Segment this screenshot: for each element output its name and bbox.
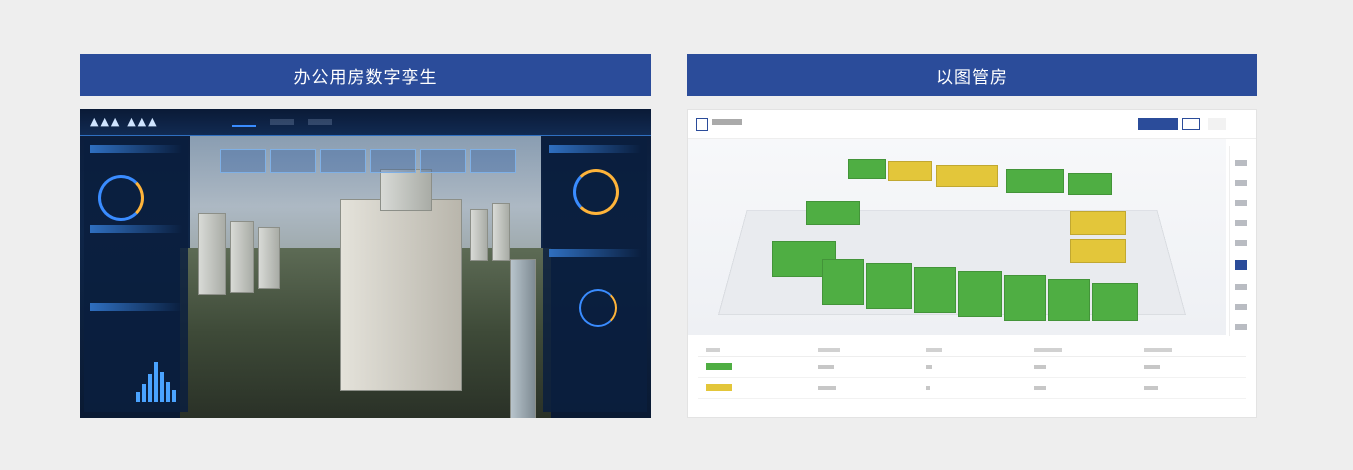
building: [492, 203, 510, 261]
stat-card: [320, 149, 366, 173]
layer-icon[interactable]: [1235, 180, 1247, 186]
view-toolbar: [1229, 146, 1252, 336]
donut-gauge: [98, 175, 144, 221]
room-block[interactable]: [1070, 211, 1126, 235]
tab-overview[interactable]: [232, 117, 256, 127]
stat-card: [220, 149, 266, 173]
panel-title: 办公用房数字孪生: [80, 54, 651, 96]
dashboard-header: ▲▲▲ ▲▲▲: [80, 109, 651, 136]
building-icon: [696, 118, 708, 131]
room-block[interactable]: [958, 271, 1002, 317]
stat-card: [270, 149, 316, 173]
legend-swatch-yellow: [706, 384, 732, 391]
panel-floor-plan: 以图管房: [687, 54, 1257, 418]
tab-buildings[interactable]: [270, 119, 294, 125]
plan-title: [712, 119, 742, 125]
floor-button[interactable]: [1235, 220, 1247, 226]
table-header: [698, 346, 1246, 357]
panel-header: [549, 249, 641, 257]
building: [510, 259, 536, 418]
stat-card: [420, 149, 466, 173]
building: [470, 209, 488, 261]
building: [258, 227, 280, 289]
room-block[interactable]: [866, 263, 912, 309]
stat-card: [470, 149, 516, 173]
room-block[interactable]: [888, 161, 932, 181]
dashboard-logo: ▲▲▲ ▲▲▲: [90, 115, 159, 128]
building: [380, 169, 432, 211]
floor-plan-screenshot: [687, 109, 1257, 418]
room-block[interactable]: [1006, 169, 1064, 193]
floor-button[interactable]: [1235, 284, 1247, 290]
digital-twin-screenshot: ▲▲▲ ▲▲▲: [80, 109, 651, 418]
building: [198, 213, 226, 295]
room-block[interactable]: [806, 201, 860, 225]
room-block[interactable]: [1070, 239, 1126, 263]
building: [340, 199, 462, 391]
tertiary-action-button[interactable]: [1208, 118, 1226, 130]
table-row[interactable]: [698, 378, 1246, 399]
home-view-icon[interactable]: [1235, 160, 1247, 166]
room-block[interactable]: [1092, 283, 1138, 321]
tab-rooms[interactable]: [308, 119, 332, 125]
radar-gauge: [579, 289, 617, 327]
plan-view-icon[interactable]: [1235, 200, 1247, 206]
room-block[interactable]: [1068, 173, 1112, 195]
panel-header: [90, 303, 182, 311]
primary-action-button[interactable]: [1138, 118, 1178, 130]
room-block[interactable]: [848, 159, 886, 179]
panel-title: 以图管房: [687, 54, 1257, 96]
bar-histogram: [96, 354, 180, 402]
legend-swatch-green: [706, 363, 732, 370]
floor-button[interactable]: [1235, 304, 1247, 310]
floor-button[interactable]: [1235, 324, 1247, 330]
plan-header: [688, 110, 1256, 139]
donut-gauge: [573, 169, 619, 215]
floor-button[interactable]: [1235, 240, 1247, 246]
panel-header: [549, 145, 641, 153]
room-block[interactable]: [936, 165, 998, 187]
panel-digital-twin: 办公用房数字孪生 ▲▲▲ ▲▲▲: [80, 54, 651, 418]
right-info-panel: [543, 139, 647, 412]
3d-floor-canvas[interactable]: [688, 139, 1226, 335]
secondary-action-button[interactable]: [1182, 118, 1200, 130]
building: [230, 221, 254, 293]
panel-header: [90, 145, 182, 153]
room-block[interactable]: [914, 267, 956, 313]
legend-table: [698, 346, 1246, 411]
floor-button-active[interactable]: [1235, 260, 1247, 270]
stat-card: [370, 149, 416, 173]
room-block[interactable]: [822, 259, 864, 305]
table-row[interactable]: [698, 357, 1246, 378]
panel-header: [90, 225, 182, 233]
room-block[interactable]: [1004, 275, 1046, 321]
left-info-panel: [84, 139, 188, 412]
room-block[interactable]: [1048, 279, 1090, 321]
